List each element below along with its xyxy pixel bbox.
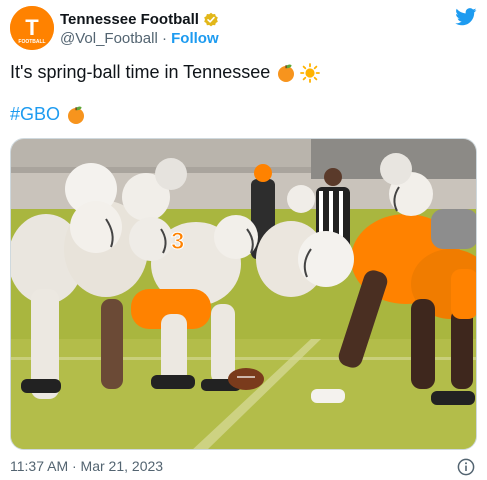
avatar-letter: T (25, 15, 39, 40)
jersey-number: 3 (171, 228, 184, 255)
orange-emoji-icon (66, 105, 86, 125)
display-name-row: Tennessee Football (60, 11, 219, 28)
tweet-timestamp[interactable]: 11:37 AM · Mar 21, 2023 (10, 458, 163, 474)
tweet-text: It's spring-ball time in Tennessee (10, 62, 271, 82)
info-icon[interactable] (457, 458, 475, 476)
avatar[interactable]: T FOOTBALL (10, 6, 54, 50)
hashtag-link[interactable]: #GBO (10, 104, 60, 125)
tweet-photo[interactable]: 3 (10, 138, 477, 450)
twitter-bird-icon[interactable] (455, 8, 477, 26)
tweet-text-row: It's spring-ball time in Tennessee (10, 62, 321, 83)
tweet-header: T FOOTBALL Tennessee Football @Vol_Footb… (10, 6, 477, 52)
account-handle[interactable]: @Vol_Football (60, 30, 158, 47)
tweet-footer: 11:37 AM · Mar 21, 2023 (10, 458, 477, 476)
handle-row: @Vol_Football · Follow (60, 30, 219, 47)
orange-emoji-icon (276, 63, 296, 83)
display-name[interactable]: Tennessee Football (60, 11, 199, 28)
sun-emoji-icon (300, 62, 321, 83)
follow-button[interactable]: Follow (171, 30, 219, 47)
avatar-subtext: FOOTBALL (18, 39, 45, 45)
tweet-card: T FOOTBALL Tennessee Football @Vol_Footb… (0, 0, 487, 480)
handle-separator: · (157, 30, 172, 47)
verified-badge-icon (203, 12, 219, 28)
hashtag-row: #GBO (10, 104, 86, 125)
